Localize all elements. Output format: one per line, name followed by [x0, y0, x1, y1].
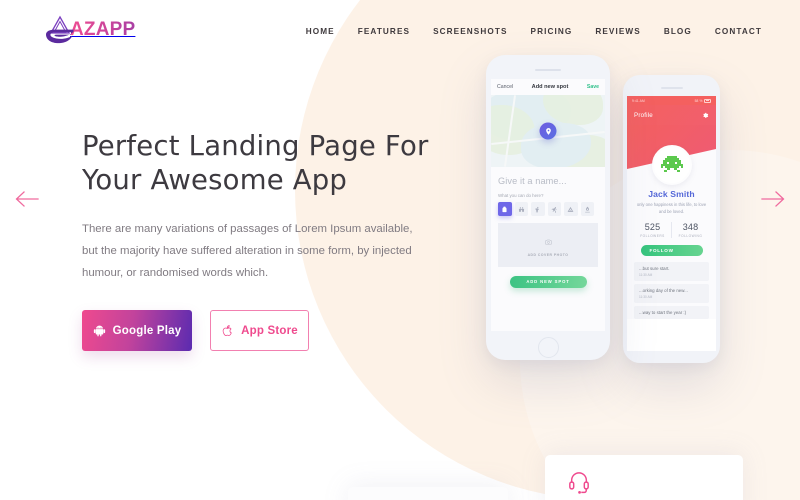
- android-icon: [93, 324, 106, 337]
- phone-speaker: [660, 87, 683, 89]
- stat-followers-label: FOLLOWERS: [640, 233, 665, 238]
- profile-title: Profile: [634, 111, 653, 119]
- follow-button[interactable]: FOLLOW: [640, 244, 703, 256]
- home-button[interactable]: [537, 337, 559, 359]
- site-header: AZAPP HOME FEATURES SCREENSHOTS PRICING …: [0, 0, 800, 62]
- stat-following-label: FOLLOWING: [678, 233, 703, 238]
- cancel-button[interactable]: Cancel: [497, 84, 513, 90]
- app-store-button[interactable]: App Store: [210, 310, 309, 352]
- list-item[interactable]: ...way to start the year :): [634, 305, 709, 319]
- add-cover-photo-label: ADD COVER PHOTO: [527, 253, 569, 258]
- list-item[interactable]: ...but sure start. 11:30 AM: [634, 261, 709, 281]
- profile-stats: 525 FOLLOWERS 348 FOLLOWING: [634, 222, 709, 238]
- support-card-secondary[interactable]: [348, 487, 508, 500]
- brand-logo[interactable]: AZAPP: [40, 13, 135, 47]
- camera-icon: [544, 232, 552, 250]
- apple-icon: [221, 324, 234, 337]
- nav-features[interactable]: FEATURES: [358, 27, 410, 36]
- hero-description: There are many variations of passages of…: [82, 222, 413, 280]
- add-spot-screen: Cancel Add new spot Save Give it a name.…: [491, 79, 605, 332]
- headset-support-icon: [568, 470, 590, 499]
- azapp-swoosh-logo: [40, 14, 80, 46]
- spot-name-input[interactable]: Give it a name...: [491, 167, 605, 194]
- nav-contact[interactable]: CONTACT: [715, 27, 762, 36]
- arrow-right-icon[interactable]: [761, 188, 787, 210]
- tent-icon[interactable]: [564, 202, 578, 216]
- map-pin-icon[interactable]: [539, 122, 557, 140]
- add-cover-photo-dropzone[interactable]: ADD COVER PHOTO: [498, 222, 598, 267]
- status-time: 9:41 AM: [632, 98, 645, 103]
- add-spot-topbar: Cancel Add new spot Save: [491, 79, 605, 96]
- battery-icon: [704, 98, 711, 103]
- list-item[interactable]: ...orking day of the new... 11:30 AM: [634, 283, 709, 303]
- message-time: 11:30 AM: [639, 294, 653, 299]
- phone-mockup-profile: 9:41 AM 58 % Profile Jack Smith only one…: [623, 75, 720, 363]
- profile-body: Jack Smith only one happiness in this li…: [627, 169, 716, 319]
- backpack-icon[interactable]: [498, 202, 512, 216]
- message-time: 11:30 AM: [639, 272, 653, 277]
- map-view[interactable]: [491, 95, 605, 168]
- nav-reviews[interactable]: REVIEWS: [595, 27, 640, 36]
- nav-screenshots[interactable]: SCREENSHOTS: [433, 27, 507, 36]
- running-icon[interactable]: [547, 202, 561, 216]
- stat-followers: 525 FOLLOWERS: [634, 222, 671, 238]
- message-text: ...way to start the year :): [639, 309, 687, 315]
- add-new-spot-button[interactable]: ADD NEW SPOT: [509, 275, 587, 288]
- nav-blog[interactable]: BLOG: [664, 27, 692, 36]
- primary-navigation: HOME FEATURES SCREENSHOTS PRICING REVIEW…: [306, 0, 762, 62]
- stat-followers-value: 525: [644, 222, 661, 232]
- profile-user-name: Jack Smith: [648, 189, 695, 199]
- profile-quote: only one happiness in this life, to love…: [636, 202, 707, 214]
- avatar: [651, 145, 692, 185]
- campfire-icon[interactable]: [580, 202, 594, 216]
- save-button[interactable]: Save: [587, 84, 599, 90]
- google-play-label: Google Play: [112, 324, 182, 337]
- nav-home[interactable]: HOME: [306, 27, 335, 36]
- page-title: Perfect Landing Page For Your Awesome Ap…: [82, 130, 429, 196]
- hero-content: Perfect Landing Page For Your Awesome Ap…: [82, 130, 442, 352]
- nav-pricing[interactable]: PRICING: [531, 27, 573, 36]
- profile-cover: [627, 125, 716, 185]
- add-spot-title: Add new spot: [531, 84, 569, 91]
- hero-cta-group: Google Play App Store: [82, 310, 442, 352]
- activity-icon-row: [491, 198, 605, 216]
- climbing-icon[interactable]: [531, 202, 545, 216]
- landing-page: AZAPP HOME FEATURES SCREENSHOTS PRICING …: [0, 0, 800, 500]
- stat-following: 348 FOLLOWING: [671, 222, 709, 238]
- app-store-label: App Store: [241, 324, 298, 337]
- google-play-button[interactable]: Google Play: [82, 310, 192, 352]
- profile-screen: 9:41 AM 58 % Profile Jack Smith only one…: [627, 96, 716, 351]
- battery-percent: 58 %: [694, 98, 703, 103]
- status-bar: 9:41 AM 58 %: [627, 96, 716, 105]
- message-text: ...but sure start.: [639, 265, 670, 271]
- binoculars-icon[interactable]: [514, 202, 528, 216]
- gear-icon[interactable]: [702, 106, 709, 124]
- message-text: ...orking day of the new...: [639, 287, 688, 293]
- status-battery: 58 %: [694, 98, 711, 103]
- profile-titlebar: Profile: [627, 105, 716, 125]
- phone-speaker: [535, 69, 561, 72]
- phone-mockup-add-spot: Cancel Add new spot Save Give it a name.…: [486, 55, 610, 360]
- message-list: ...but sure start. 11:30 AM ...orking da…: [634, 261, 709, 319]
- stat-following-value: 348: [682, 222, 699, 232]
- arrow-left-icon[interactable]: [13, 188, 39, 210]
